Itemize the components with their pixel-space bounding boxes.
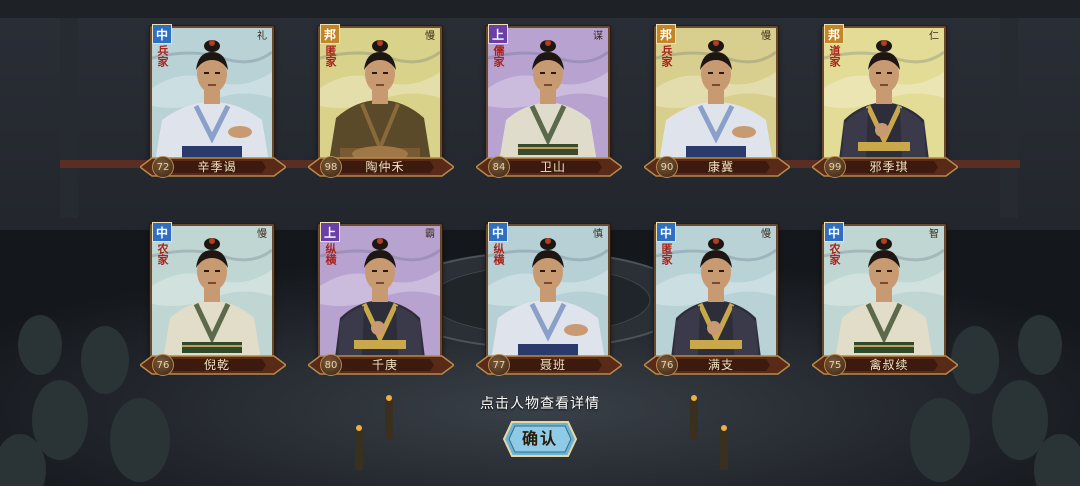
card-art bbox=[152, 226, 272, 364]
confirm-button[interactable]: 确认 bbox=[502, 420, 578, 458]
portrait-image bbox=[488, 226, 608, 364]
school-label: 纵横 bbox=[324, 243, 337, 265]
card-art bbox=[656, 28, 776, 166]
name-plate: 72 辛季谒 bbox=[140, 154, 286, 180]
card-art bbox=[320, 226, 440, 364]
score-badge: 99 bbox=[824, 156, 846, 178]
portrait-image bbox=[824, 226, 944, 364]
school-label: 匿家 bbox=[660, 243, 673, 265]
score-badge: 84 bbox=[488, 156, 510, 178]
portrait-image bbox=[656, 226, 776, 364]
trait-label: 仁 bbox=[929, 31, 939, 42]
score-badge: 72 bbox=[152, 156, 174, 178]
trait-label: 智 bbox=[929, 229, 939, 240]
rank-badge: 邦 bbox=[824, 24, 844, 44]
score-badge: 90 bbox=[656, 156, 678, 178]
school-label: 匿家 bbox=[324, 45, 337, 67]
trait-label: 慢 bbox=[425, 31, 435, 42]
trait-label: 慢 bbox=[761, 229, 771, 240]
character-card[interactable]: 邦 兵家 慢 90 康冀 bbox=[644, 24, 790, 178]
portrait-image bbox=[488, 28, 608, 166]
card-art bbox=[824, 226, 944, 364]
rank-badge: 邦 bbox=[656, 24, 676, 44]
trait-label: 霸 bbox=[425, 229, 435, 240]
character-card[interactable]: 邦 道家 仁 99 邪季琪 bbox=[812, 24, 958, 178]
rank-badge: 中 bbox=[152, 24, 172, 44]
score-badge: 76 bbox=[152, 354, 174, 376]
character-name: 康冀 bbox=[707, 160, 734, 174]
character-name: 邪季琪 bbox=[869, 160, 909, 174]
character-card[interactable]: 中 农家 智 75 禽叔续 bbox=[812, 222, 958, 376]
character-name: 倪乾 bbox=[203, 358, 230, 372]
trait-label: 谋 bbox=[593, 31, 603, 42]
school-label: 农家 bbox=[156, 243, 169, 265]
school-label: 纵横 bbox=[492, 243, 505, 265]
character-name: 辛季谒 bbox=[197, 160, 237, 174]
score-badge: 76 bbox=[656, 354, 678, 376]
trait-label: 礼 bbox=[257, 31, 267, 42]
trait-label: 慢 bbox=[257, 229, 267, 240]
score-badge: 77 bbox=[488, 354, 510, 376]
rank-badge: 中 bbox=[824, 222, 844, 242]
character-name: 陶仲禾 bbox=[365, 160, 405, 174]
name-plate: 75 禽叔续 bbox=[812, 352, 958, 378]
name-plate: 76 倪乾 bbox=[140, 352, 286, 378]
portrait-image bbox=[320, 226, 440, 364]
rank-badge: 中 bbox=[656, 222, 676, 242]
character-name: 千庚 bbox=[371, 358, 398, 372]
score-badge: 98 bbox=[320, 156, 342, 178]
portrait-image bbox=[152, 28, 272, 166]
school-label: 农家 bbox=[828, 243, 841, 265]
school-label: 儒家 bbox=[492, 45, 505, 67]
portrait-image bbox=[824, 28, 944, 166]
portrait-image bbox=[320, 28, 440, 166]
character-card[interactable]: 中 农家 慢 76 倪乾 bbox=[140, 222, 286, 376]
character-name: 满支 bbox=[707, 358, 734, 372]
character-card[interactable]: 邦 匿家 慢 98 陶仲禾 bbox=[308, 24, 454, 178]
character-name: 禽叔续 bbox=[869, 358, 909, 372]
name-plate: 76 满支 bbox=[644, 352, 790, 378]
school-label: 兵家 bbox=[660, 45, 673, 67]
name-plate: 84 卫山 bbox=[476, 154, 622, 180]
character-card[interactable]: 上 纵横 霸 80 千庚 bbox=[308, 222, 454, 376]
rank-badge: 中 bbox=[488, 222, 508, 242]
trait-label: 慢 bbox=[761, 31, 771, 42]
character-card[interactable]: 中 兵家 礼 72 辛季谒 bbox=[140, 24, 286, 178]
card-art bbox=[320, 28, 440, 166]
name-plate: 80 千庚 bbox=[308, 352, 454, 378]
hint-text: 点击人物查看详情 bbox=[480, 396, 600, 412]
card-art bbox=[488, 28, 608, 166]
trait-label: 慎 bbox=[593, 229, 603, 240]
rank-badge: 上 bbox=[320, 222, 340, 242]
character-card[interactable]: 上 儒家 谋 84 卫山 bbox=[476, 24, 622, 178]
name-plate: 99 邪季琪 bbox=[812, 154, 958, 180]
card-art bbox=[656, 226, 776, 364]
school-label: 道家 bbox=[828, 45, 841, 67]
rank-badge: 中 bbox=[152, 222, 172, 242]
score-badge: 80 bbox=[320, 354, 342, 376]
name-plate: 98 陶仲禾 bbox=[308, 154, 454, 180]
card-art bbox=[824, 28, 944, 166]
character-card[interactable]: 中 纵横 慎 77 聂班 bbox=[476, 222, 622, 376]
school-label: 兵家 bbox=[156, 45, 169, 67]
name-plate: 90 康冀 bbox=[644, 154, 790, 180]
name-plate: 77 聂班 bbox=[476, 352, 622, 378]
rank-badge: 邦 bbox=[320, 24, 340, 44]
portrait-image bbox=[656, 28, 776, 166]
card-art bbox=[488, 226, 608, 364]
character-name: 聂班 bbox=[539, 358, 566, 372]
card-art bbox=[152, 28, 272, 166]
character-card[interactable]: 中 匿家 慢 76 满支 bbox=[644, 222, 790, 376]
portrait-image bbox=[152, 226, 272, 364]
score-badge: 75 bbox=[824, 354, 846, 376]
character-name: 卫山 bbox=[539, 160, 566, 174]
confirm-label: 确认 bbox=[521, 429, 558, 448]
rank-badge: 上 bbox=[488, 24, 508, 44]
